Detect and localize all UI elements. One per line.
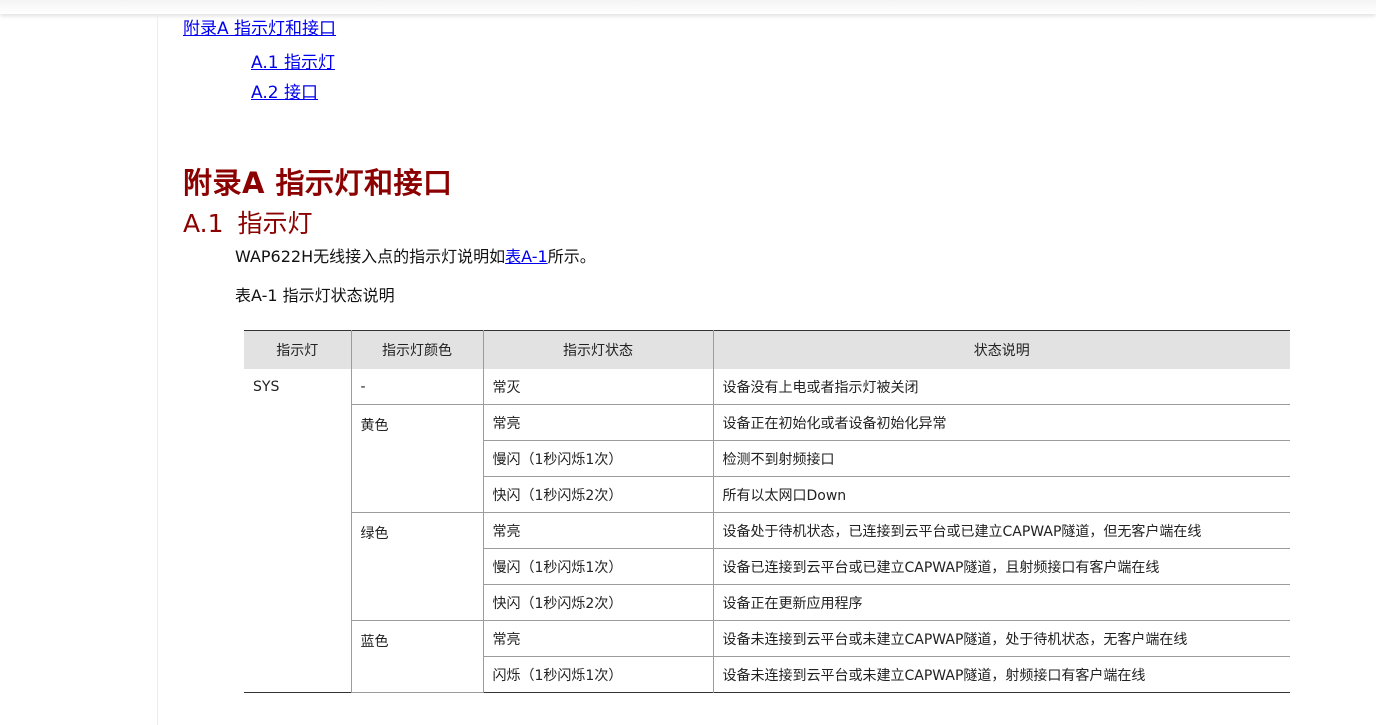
description-cell: 设备没有上电或者指示灯被关闭: [713, 369, 1290, 405]
table-row: 绿色 常亮 设备处于待机状态，已连接到云平台或已建立CAPWAP隧道，但无客户端…: [244, 512, 1290, 621]
state-cell: 常亮: [483, 620, 714, 657]
left-margin-rule: [157, 14, 158, 725]
state-cell: 快闪（1秒闪烁2次）: [483, 476, 714, 513]
appendix-heading: 附录A 指示灯和接口: [183, 166, 453, 200]
description-cell: 检测不到射频接口: [713, 440, 1290, 477]
description-cell: 设备未连接到云平台或未建立CAPWAP隧道，射频接口有客户端在线: [722, 667, 1146, 684]
section-number: A.1: [183, 209, 224, 238]
toc-link-appendix-a[interactable]: 附录A 指示灯和接口: [183, 14, 336, 39]
table-row: 蓝色 常亮 设备未连接到云平台或未建立CAPWAP隧道，处于待机状态，无客户端在…: [244, 620, 1290, 693]
toc-link-a1-indicators[interactable]: A.1 指示灯: [251, 48, 335, 73]
description-cell: 设备正在更新应用程序: [713, 584, 1290, 621]
color-cell: 绿色: [351, 512, 484, 621]
header-color: 指示灯颜色: [351, 330, 484, 369]
header-state: 指示灯状态: [483, 330, 714, 369]
header-indicator: 指示灯: [244, 330, 352, 369]
section-title: 指示灯: [237, 209, 313, 238]
state-cell: 闪烁（1秒闪烁1次）: [483, 656, 714, 693]
color-cell: 蓝色: [351, 620, 484, 693]
color-cell: -: [351, 369, 484, 405]
state-cell: 慢闪（1秒闪烁1次）: [483, 440, 714, 477]
indicator-cell: SYS: [244, 369, 352, 693]
state-cell: 快闪（1秒闪烁2次）: [483, 584, 714, 621]
section-heading: A.1 指示灯: [183, 204, 313, 240]
intro-paragraph: WAP622H无线接入点的指示灯说明如表A-1所示。: [235, 243, 596, 267]
state-cell: 常亮: [483, 512, 714, 549]
indicator-table: 指示灯 指示灯颜色 指示灯状态 状态说明 SYS - 常灭 设备没有上电或者指示…: [244, 330, 1290, 693]
description-cell: 设备正在初始化或者设备初始化异常: [713, 404, 1290, 441]
table-ref-link[interactable]: 表A-1: [505, 247, 548, 266]
table-row: 黄色 常亮 设备正在初始化或者设备初始化异常: [244, 404, 1290, 513]
intro-text-end: 所示。: [547, 247, 596, 266]
color-cell: 黄色: [351, 404, 484, 513]
description-cell: 设备未连接到云平台或未建立CAPWAP隧道，处于待机状态，无客户端在线: [713, 620, 1290, 657]
table-caption: 表A-1 指示灯状态说明: [235, 286, 395, 305]
description-cell: 所有以太网口Down: [713, 476, 1290, 513]
intro-text: WAP622H无线接入点的指示灯说明如: [235, 247, 506, 266]
description-cell: 设备处于待机状态，已连接到云平台或已建立CAPWAP隧道，但无客户端在线: [713, 512, 1290, 549]
header-description: 状态说明: [713, 330, 1290, 369]
table-row: SYS - 常灭 设备没有上电或者指示灯被关闭: [244, 369, 1290, 693]
description-cell: 设备已连接到云平台或已建立CAPWAP隧道，且射频接口有客户端在线: [713, 548, 1290, 585]
state-cell: 常灭: [483, 369, 714, 405]
state-cell: 常亮: [483, 404, 714, 441]
top-bar-shadow: [0, 0, 1376, 14]
table-header-row: 指示灯 指示灯颜色 指示灯状态 状态说明: [244, 330, 1290, 369]
state-cell: 慢闪（1秒闪烁1次）: [483, 548, 714, 585]
toc-link-a2-interfaces[interactable]: A.2 接口: [251, 78, 318, 103]
